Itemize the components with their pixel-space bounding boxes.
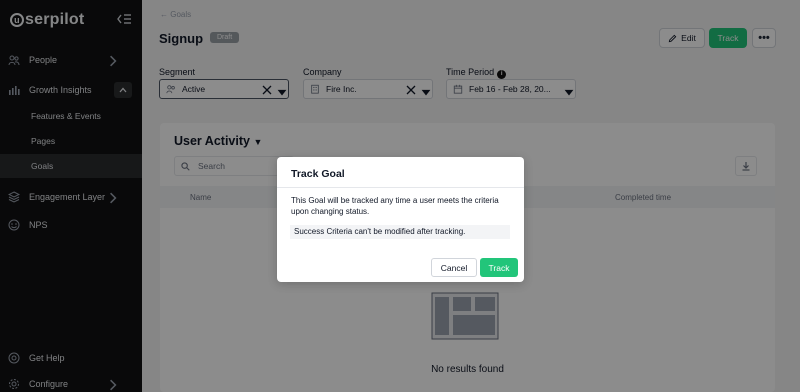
track-goal-modal: Track Goal This Goal will be tracked any… [277, 157, 524, 282]
modal-divider [277, 187, 524, 188]
modal-body: This Goal will be tracked any time a use… [291, 196, 499, 216]
modal-note: Success Criteria can't be modified after… [290, 225, 510, 239]
modal-title: Track Goal [291, 168, 345, 180]
cancel-button[interactable]: Cancel [431, 258, 477, 277]
confirm-track-button[interactable]: Track [480, 258, 518, 277]
